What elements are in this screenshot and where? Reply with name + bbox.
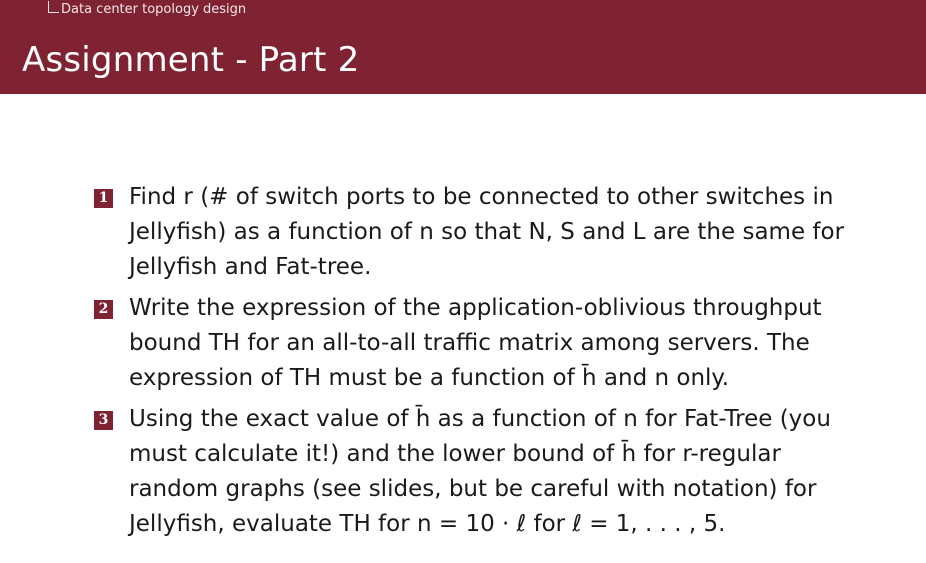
item-text: Find r (# of switch ports to be connecte… [129, 184, 845, 280]
item-text: Write the expression of the application-… [129, 295, 822, 391]
tree-branch-icon [48, 0, 59, 13]
header-bar: Data center topology design Assignment -… [0, 0, 926, 94]
list-item: 2 Write the expression of the applicatio… [94, 291, 874, 396]
item-number-badge: 2 [94, 300, 113, 319]
assignment-list: 1 Find r (# of switch ports to be connec… [94, 180, 874, 548]
list-item: 1 Find r (# of switch ports to be connec… [94, 180, 874, 285]
item-number-badge: 1 [94, 189, 113, 208]
item-number-badge: 3 [94, 411, 113, 430]
breadcrumb: Data center topology design [48, 0, 247, 17]
list-item: 3 Using the exact value of h̄ as a funct… [94, 402, 874, 542]
breadcrumb-label: Data center topology design [61, 2, 247, 17]
page-title: Assignment - Part 2 [22, 40, 360, 80]
item-text: Using the exact value of h̄ as a functio… [129, 406, 831, 537]
